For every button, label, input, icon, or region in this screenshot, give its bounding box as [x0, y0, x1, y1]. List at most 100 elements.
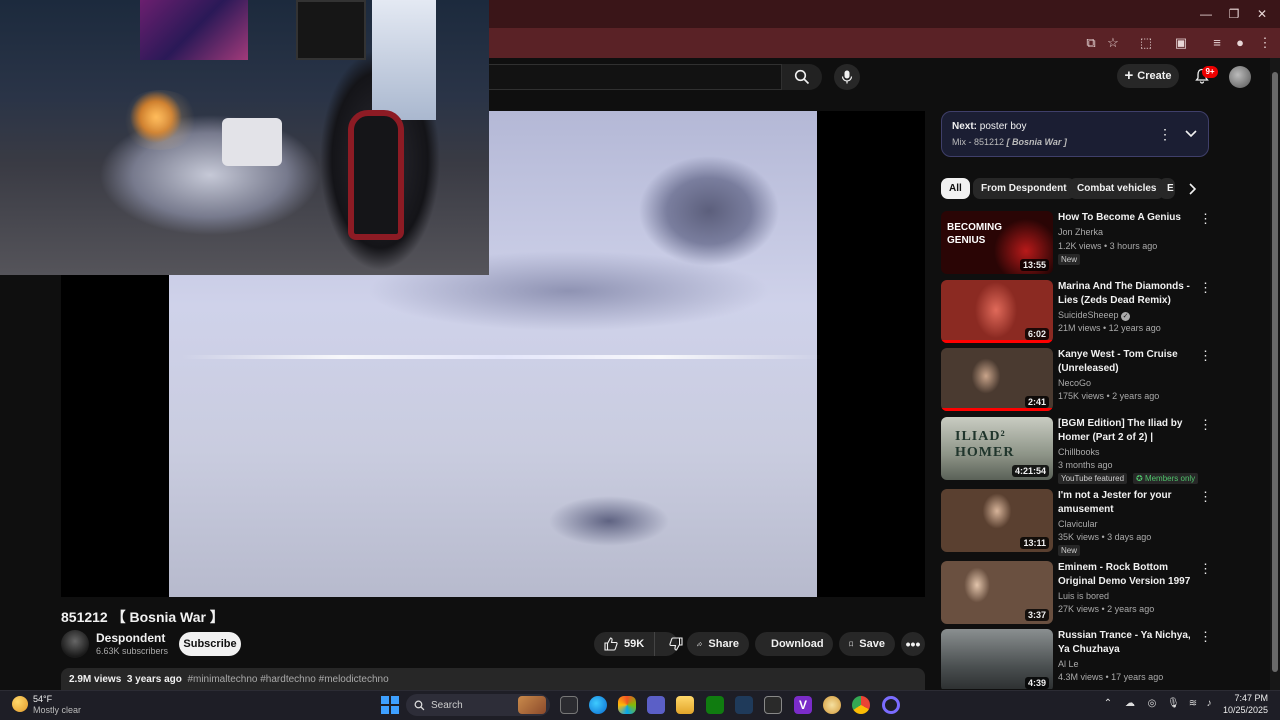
weather-description[interactable]: Mostly clear [33, 705, 81, 715]
xbox-icon[interactable] [706, 696, 724, 714]
search-input[interactable] [470, 64, 782, 90]
voice-search-button[interactable] [834, 64, 860, 90]
restore-icon[interactable]: ❐ [1226, 6, 1242, 22]
chip-from-channel[interactable]: From Despondent [973, 178, 1075, 199]
recommendation-channel[interactable]: Chillbooks [1058, 447, 1100, 457]
minimize-icon[interactable]: — [1198, 6, 1214, 22]
more-vertical-icon[interactable]: ⋮ [1199, 418, 1212, 431]
more-actions-button[interactable]: ••• [901, 632, 925, 656]
more-vertical-icon[interactable]: ⋮ [1199, 349, 1212, 362]
volume-icon[interactable]: ♪ [1203, 698, 1215, 710]
new-badge: New [1058, 254, 1081, 265]
scrollbar-thumb[interactable] [1272, 72, 1278, 672]
microphone-icon[interactable]: 🎙 [1167, 698, 1180, 710]
weather-temperature[interactable]: 54°F [33, 694, 52, 704]
description-box[interactable]: 2.9M views 3 years ago #minimaltechno #h… [61, 668, 925, 690]
share-button[interactable]: Share [687, 632, 749, 656]
channel-name[interactable]: Despondent [96, 631, 165, 645]
save-button[interactable]: Save [839, 632, 895, 656]
wifi-icon[interactable]: ≋ [1187, 698, 1199, 710]
recommendation-item[interactable]: BECOMING GENIUS 13:55 How To Become A Ge… [941, 211, 1212, 275]
create-button[interactable]: + Create [1117, 64, 1179, 88]
recommendation-item[interactable]: ILIAD² HOMER 4:21:54 [BGM Edition] The I… [941, 417, 1212, 484]
more-vertical-icon[interactable]: ⋮ [1199, 562, 1212, 575]
webcam-wall-poster [140, 0, 248, 60]
thumbnail-text: BECOMING GENIUS [947, 222, 1002, 246]
recommendation-item[interactable]: 3:37 Eminem - Rock Bottom Original Demo … [941, 561, 1212, 625]
teams-icon[interactable] [647, 696, 665, 714]
chevron-up-icon[interactable]: ⌃ [1102, 698, 1114, 710]
recommendation-item[interactable]: 2:41 Kanye West - Tom Cruise (Unreleased… [941, 348, 1212, 412]
recommendation-channel[interactable]: Jon Zherka [1058, 227, 1103, 237]
duration-badge: 4:21:54 [1011, 465, 1049, 477]
chip-combat-vehicles[interactable]: Combat vehicles [1069, 178, 1165, 199]
split-view-icon[interactable]: ▣ [1172, 34, 1190, 52]
app-tray-icon[interactable]: ◎ [1146, 698, 1158, 710]
plus-icon: + [1124, 67, 1134, 84]
chip-all[interactable]: All [941, 178, 970, 199]
like-button[interactable]: 59K [594, 632, 656, 656]
app-icon[interactable] [764, 696, 782, 714]
recommendation-item[interactable]: 4:39 Russian Trance - Ya Nichya, Ya Chuz… [941, 629, 1211, 689]
vivaldi-icon[interactable]: V [794, 696, 812, 714]
recommendation-meta: 27K views • 2 years ago [1058, 604, 1155, 614]
more-vertical-icon[interactable]: ⋮ [1199, 281, 1212, 294]
profile-icon[interactable]: ● [1231, 34, 1249, 52]
recommendation-item[interactable]: 6:02 Marina And The Diamonds - Lies (Zed… [941, 280, 1212, 344]
close-icon[interactable]: ✕ [1254, 6, 1270, 22]
hashtags[interactable]: #minimaltechno #hardtechno #melodictechn… [187, 674, 388, 685]
account-avatar[interactable] [1229, 66, 1251, 88]
onedrive-icon[interactable]: ☁ [1124, 698, 1136, 710]
app-icon[interactable] [882, 696, 900, 714]
chrome-icon[interactable] [852, 696, 870, 714]
app-icon[interactable] [823, 696, 841, 714]
video-thumbnail[interactable]: 4:39 [941, 629, 1053, 689]
duration-badge: 4:39 [1024, 677, 1049, 689]
search-icon [414, 700, 425, 710]
video-thumbnail[interactable]: ILIAD² HOMER 4:21:54 [941, 417, 1053, 480]
chevron-down-icon[interactable] [1183, 126, 1199, 142]
search-button[interactable] [782, 64, 822, 90]
recommendation-meta: 35K views • 3 days ago [1058, 532, 1152, 542]
verified-check-icon: ✓ [1121, 312, 1131, 321]
download-button[interactable]: Download [755, 632, 833, 656]
reading-list-icon[interactable]: ≡ [1208, 34, 1226, 52]
store-icon[interactable] [735, 696, 753, 714]
clock-time[interactable]: 7:47 PM [1232, 693, 1268, 703]
file-explorer-icon[interactable] [676, 696, 694, 714]
recommendation-channel[interactable]: NecoGo [1058, 378, 1091, 388]
video-thumbnail[interactable]: 3:37 [941, 561, 1053, 624]
video-thumbnail[interactable]: 13:11 [941, 489, 1053, 552]
channel-avatar[interactable] [61, 630, 89, 658]
subscribe-button[interactable]: Subscribe [179, 632, 241, 656]
chip-more[interactable]: E [1159, 178, 1175, 199]
next-more-icon[interactable]: ⋮ [1158, 126, 1172, 142]
browser-menu-icon[interactable]: ⋮ [1256, 34, 1274, 52]
clock-date[interactable]: 10/25/2025 [1222, 705, 1268, 715]
recommendation-meta: 3 months ago [1058, 460, 1113, 470]
next-up-label: Next: poster boy [952, 121, 1027, 132]
more-vertical-icon[interactable]: ⋮ [1199, 212, 1212, 225]
recommendation-channel[interactable]: Clavicular [1058, 519, 1098, 529]
recommendation-channel[interactable]: Luis is bored [1058, 591, 1109, 601]
recommendation-item[interactable]: 13:11 I'm not a Jester for your amusemen… [941, 489, 1212, 556]
recommendation-title: Eminem - Rock Bottom Original Demo Versi… [1058, 562, 1191, 587]
recommendation-channel[interactable]: Al Le [1058, 659, 1079, 669]
copilot-icon[interactable] [618, 696, 636, 714]
webcam-wall-frame [296, 0, 366, 60]
task-view-icon[interactable] [560, 696, 578, 714]
edge-browser-icon[interactable] [589, 696, 607, 714]
video-thumbnail[interactable]: BECOMING GENIUS 13:55 [941, 211, 1053, 274]
more-vertical-icon[interactable]: ⋮ [1199, 630, 1211, 643]
video-thumbnail[interactable]: 2:41 [941, 348, 1053, 411]
bookmark-star-icon[interactable]: ☆ [1104, 34, 1122, 52]
video-thumbnail[interactable]: 6:02 [941, 280, 1053, 343]
chevron-right-icon[interactable] [1184, 180, 1202, 198]
more-vertical-icon[interactable]: ⋮ [1199, 490, 1212, 503]
recommendation-channel[interactable]: SuicideSheeep ✓ [1058, 310, 1131, 321]
weather-icon[interactable] [12, 696, 28, 712]
extensions-icon[interactable]: ⬚ [1137, 34, 1155, 52]
install-app-icon[interactable]: ⧉ [1082, 34, 1100, 52]
channel-label: SuicideSheeep [1058, 310, 1119, 320]
windows-start-icon[interactable] [381, 696, 399, 714]
